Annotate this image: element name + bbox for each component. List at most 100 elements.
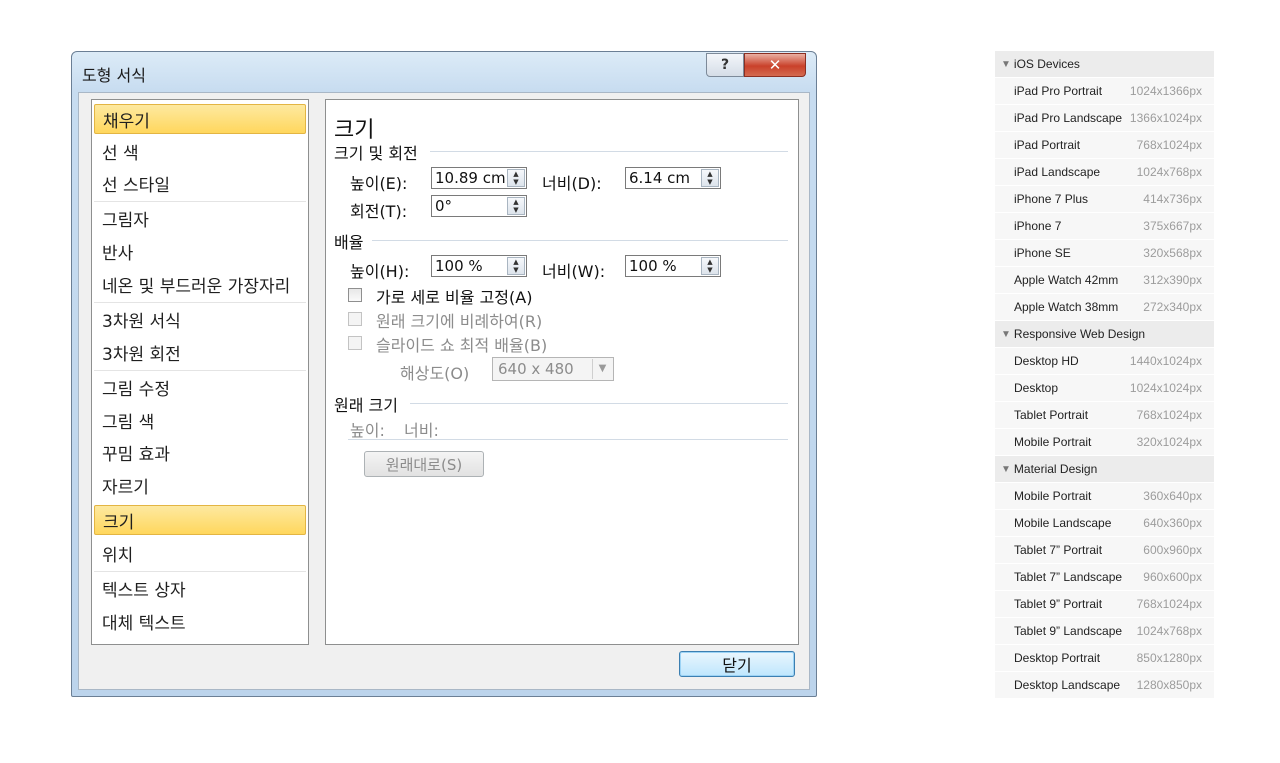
device-item[interactable]: Apple Watch 42mm 312x390px <box>995 267 1214 293</box>
device-size: 414x736px <box>1143 192 1202 206</box>
category-artistic-effects[interactable]: 꾸밈 효과 <box>94 437 306 467</box>
device-name: Desktop HD <box>1014 354 1079 368</box>
original-height-label: 높이: <box>350 421 385 440</box>
rotation-spinner-icon[interactable]: ▲ ▼ <box>507 197 525 215</box>
device-size: 375x667px <box>1143 219 1202 233</box>
resolution-label: 해상도(O) <box>400 364 470 383</box>
device-size: 1280x850px <box>1136 678 1202 692</box>
height-spinner-icon[interactable]: ▲ ▼ <box>507 169 525 187</box>
resolution-dropdown[interactable]: 640 x 480 ▼ <box>492 357 614 381</box>
width-label: 너비(D): <box>542 174 602 193</box>
group-material-design[interactable]: ▼ Material Design <box>995 456 1214 482</box>
device-name: Mobile Portrait <box>1014 435 1092 449</box>
category-position[interactable]: 위치 <box>94 538 306 568</box>
device-size: 360x640px <box>1143 489 1202 503</box>
device-item[interactable]: Mobile Portrait 360x640px <box>995 483 1214 509</box>
category-3d-rotation[interactable]: 3차원 회전 <box>94 337 306 367</box>
close-icon[interactable]: ✕ <box>744 53 806 77</box>
device-item[interactable]: iPhone 7 375x667px <box>995 213 1214 239</box>
device-item[interactable]: Tablet 7” Landscape 960x600px <box>995 564 1214 590</box>
category-fill[interactable]: 채우기 <box>94 104 306 134</box>
scale-width-value: 100 % <box>629 257 677 275</box>
slideshow-scale-checkbox[interactable] <box>348 336 362 350</box>
help-button[interactable]: ? <box>706 53 744 77</box>
size-panel: 크기 크기 및 회전 높이(E): 10.89 cm ▲ ▼ 너비(D): 6.1… <box>325 99 799 645</box>
relative-size-checkbox[interactable] <box>348 312 362 326</box>
divider <box>348 439 788 440</box>
device-name: Tablet 7” Portrait <box>1014 543 1103 557</box>
width-field[interactable]: 6.14 cm ▲ ▼ <box>625 167 721 189</box>
close-button[interactable]: 닫기 <box>679 651 795 677</box>
device-item[interactable]: iPad Portrait 768x1024px <box>995 132 1214 158</box>
device-size: 768x1024px <box>1136 138 1202 152</box>
width-spinner-icon[interactable]: ▲ ▼ <box>701 169 719 187</box>
category-line-color[interactable]: 선 색 <box>94 136 306 166</box>
category-crop[interactable]: 자르기 <box>94 470 306 500</box>
chevron-down-icon[interactable]: ▼ <box>592 359 612 379</box>
device-item[interactable]: Tablet 7” Portrait 600x960px <box>995 537 1214 563</box>
device-item[interactable]: Desktop 1024x1024px <box>995 375 1214 401</box>
category-glow-soft-edges[interactable]: 네온 및 부드러운 가장자리 <box>94 269 306 299</box>
device-item[interactable]: iPad Landscape 1024x768px <box>995 159 1214 185</box>
device-item[interactable]: Mobile Landscape 640x360px <box>995 510 1214 536</box>
device-name: iPad Pro Landscape <box>1014 111 1123 125</box>
device-name: Tablet 9” Portrait <box>1014 597 1103 611</box>
device-item[interactable]: iPad Pro Portrait 1024x1366px <box>995 78 1214 104</box>
category-picture-corrections[interactable]: 그림 수정 <box>94 372 306 402</box>
device-item[interactable]: Tablet Portrait 768x1024px <box>995 402 1214 428</box>
device-name: Tablet Portrait <box>1014 408 1089 422</box>
device-name: iPad Pro Portrait <box>1014 84 1103 98</box>
triangle-down-icon: ▼ <box>1001 328 1011 340</box>
category-picture-color[interactable]: 그림 색 <box>94 405 306 435</box>
scale-height-spinner-icon[interactable]: ▲ ▼ <box>507 257 525 275</box>
scale-width-spinner-icon[interactable]: ▲ ▼ <box>701 257 719 275</box>
group-responsive-web-design[interactable]: ▼ Responsive Web Design <box>995 321 1214 347</box>
category-line-style[interactable]: 선 스타일 <box>94 168 306 198</box>
divider <box>430 151 788 152</box>
device-size: 640x360px <box>1143 516 1202 530</box>
lock-aspect-checkbox[interactable] <box>348 288 362 302</box>
device-name: Tablet 9” Landscape <box>1014 624 1123 638</box>
device-size: 320x568px <box>1143 246 1202 260</box>
divider <box>372 240 788 241</box>
device-size: 272x340px <box>1143 300 1202 314</box>
scale-height-field[interactable]: 100 % ▲ ▼ <box>431 255 527 277</box>
device-size: 1024x768px <box>1136 624 1202 638</box>
device-size: 768x1024px <box>1136 408 1202 422</box>
category-reflection[interactable]: 반사 <box>94 236 306 266</box>
device-item[interactable]: Desktop Landscape 1280x850px <box>995 672 1214 698</box>
device-item[interactable]: Tablet 9” Portrait 768x1024px <box>995 591 1214 617</box>
original-size-section: 원래 크기 <box>334 396 398 415</box>
category-text-box[interactable]: 텍스트 상자 <box>94 573 306 603</box>
device-item[interactable]: iPhone 7 Plus 414x736px <box>995 186 1214 212</box>
width-value: 6.14 cm <box>629 169 691 187</box>
group-ios-devices[interactable]: ▼ iOS Devices <box>995 51 1214 77</box>
category-3d-format[interactable]: 3차원 서식 <box>94 304 306 334</box>
device-item[interactable]: iPhone SE 320x568px <box>995 240 1214 266</box>
device-name: iPhone 7 <box>1014 219 1062 233</box>
scale-width-label: 너비(W): <box>542 262 606 281</box>
scale-width-field[interactable]: 100 % ▲ ▼ <box>625 255 721 277</box>
device-size: 320x1024px <box>1136 435 1202 449</box>
device-item[interactable]: Desktop HD 1440x1024px <box>995 348 1214 374</box>
device-preset-list: ▼ iOS Devices iPad Pro Portrait 1024x1366p… <box>995 51 1214 699</box>
category-size[interactable]: 크기 <box>94 505 306 535</box>
height-field[interactable]: 10.89 cm ▲ ▼ <box>431 167 527 189</box>
scale-height-value: 100 % <box>435 257 483 275</box>
category-shadow[interactable]: 그림자 <box>94 203 306 233</box>
reset-button[interactable]: 원래대로(S) <box>364 451 484 477</box>
device-item[interactable]: iPad Pro Landscape 1366x1024px <box>995 105 1214 131</box>
rotation-field[interactable]: 0° ▲ ▼ <box>431 195 527 217</box>
device-item[interactable]: Mobile Portrait 320x1024px <box>995 429 1214 455</box>
scale-section: 배율 <box>334 233 364 252</box>
device-name: Desktop Portrait <box>1014 651 1101 665</box>
height-value: 10.89 cm <box>435 169 506 187</box>
lock-aspect-label: 가로 세로 비율 고정(A) <box>376 288 533 307</box>
device-item[interactable]: Tablet 9” Landscape 1024x768px <box>995 618 1214 644</box>
device-size: 850x1280px <box>1136 651 1202 665</box>
category-alt-text[interactable]: 대체 텍스트 <box>94 606 306 636</box>
device-item[interactable]: Desktop Portrait 850x1280px <box>995 645 1214 671</box>
device-name: Desktop <box>1014 381 1059 395</box>
device-name: iPhone 7 Plus <box>1014 192 1089 206</box>
device-item[interactable]: Apple Watch 38mm 272x340px <box>995 294 1214 320</box>
